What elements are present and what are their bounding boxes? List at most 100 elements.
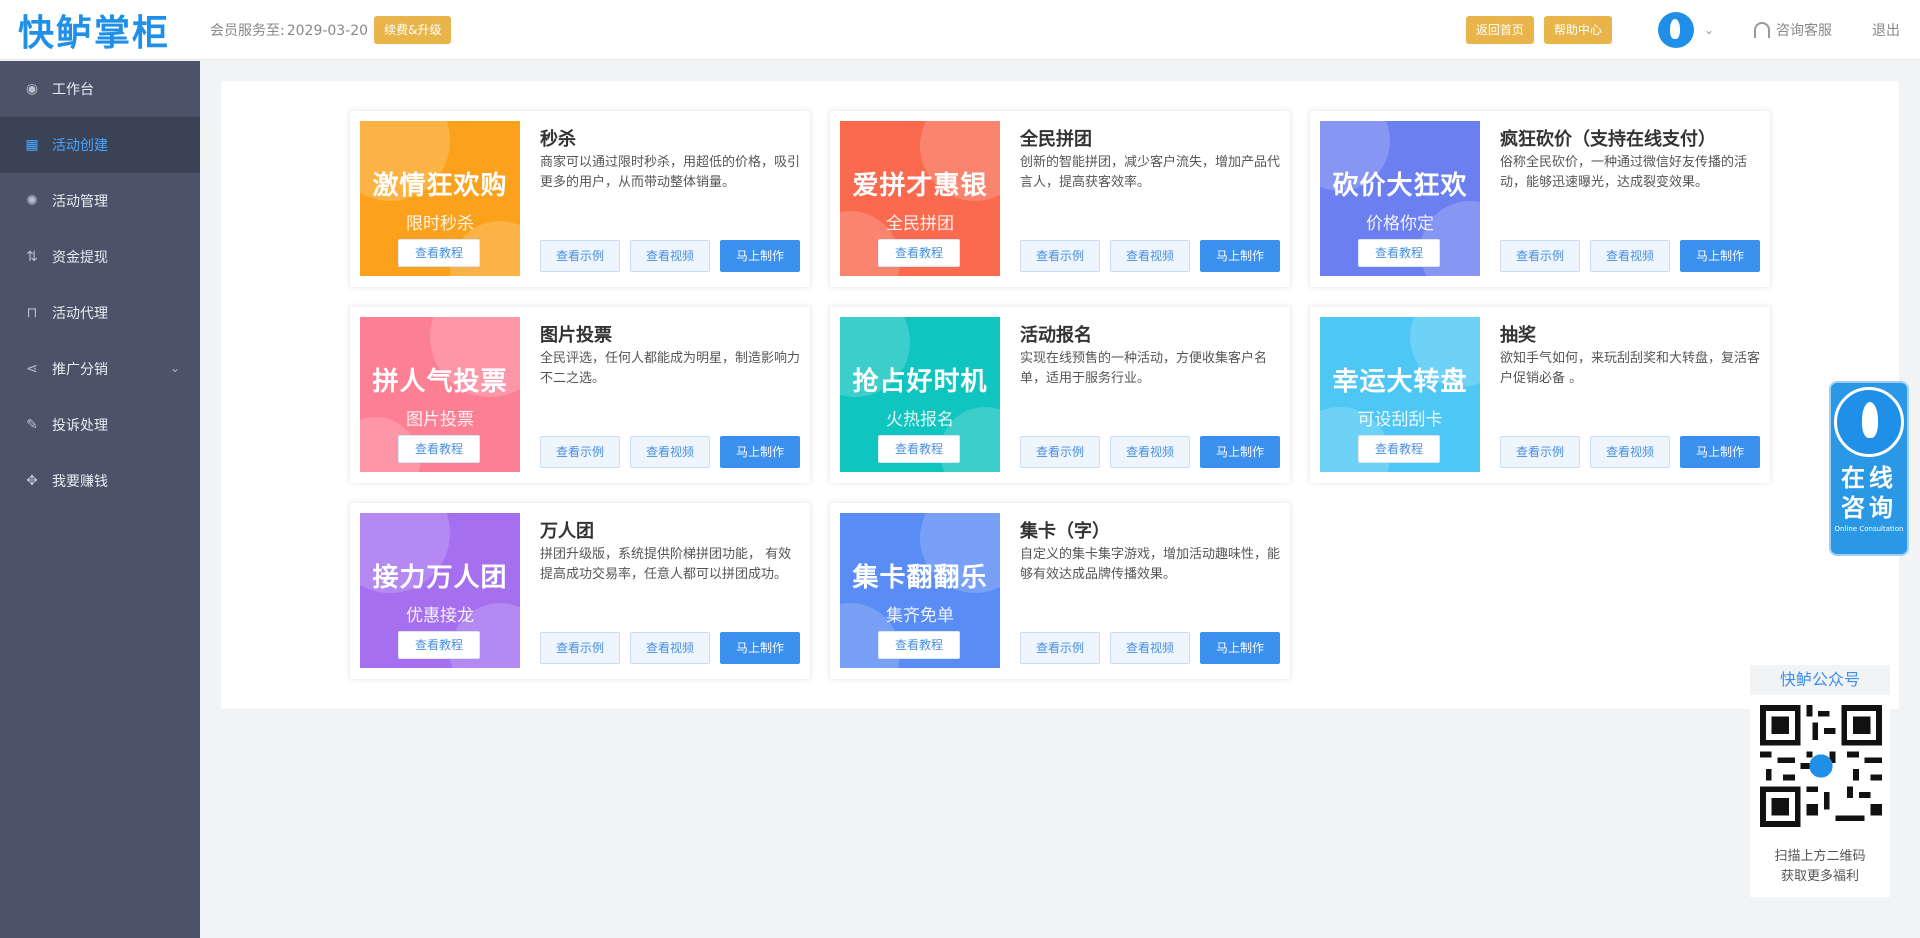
- activity-card-lottery: 幸运大转盘 可设刮刮卡 查看教程 抽奖 欲知手气如何，来玩刮刮奖和大转盘，复活客…: [1310, 307, 1770, 483]
- card-title: 图片投票: [540, 325, 612, 346]
- view-example-button[interactable]: 查看示例: [1020, 436, 1100, 468]
- sidebar-item-activity-manage[interactable]: ✺ 活动管理: [0, 173, 200, 229]
- avatar[interactable]: [1657, 12, 1694, 48]
- activity-card-bargain: 砍价大狂欢 价格你定 查看教程 疯狂砍价（支持在线支付） 俗称全民砍价，一种通过…: [1310, 111, 1770, 287]
- make-now-button[interactable]: 马上制作: [1680, 436, 1760, 468]
- sidebar-item-complaints[interactable]: ✎ 投诉处理: [0, 397, 200, 453]
- banner-title: 幸运大转盘: [1332, 367, 1468, 397]
- sidebar-item-label: 资金提现: [52, 250, 108, 266]
- view-video-button[interactable]: 查看视频: [1110, 632, 1190, 664]
- gear-icon: ✺: [26, 193, 38, 209]
- membership-date: 2029-03-20: [286, 22, 369, 39]
- sidebar-item-workbench[interactable]: ◉ 工作台: [0, 61, 200, 117]
- view-example-button[interactable]: 查看示例: [1020, 632, 1100, 664]
- view-video-button[interactable]: 查看视频: [1590, 436, 1670, 468]
- card-title: 万人团: [540, 521, 594, 542]
- sidebar-item-label: 推广分销: [52, 362, 108, 378]
- activity-card-seckill: 激情狂欢购 限时秒杀 查看教程 秒杀 商家可以通过限时秒杀，用超低的价格，吸引更…: [350, 111, 810, 287]
- back-home-button[interactable]: 返回首页: [1465, 16, 1534, 44]
- make-now-button[interactable]: 马上制作: [720, 436, 800, 468]
- card-banner: 爱拼才惠银 全民拼团 查看教程: [840, 121, 1000, 276]
- banner-title: 拼人气投票: [372, 367, 508, 397]
- renew-upgrade-button[interactable]: 续费&升级: [374, 15, 452, 44]
- view-tutorial-button[interactable]: 查看教程: [398, 435, 480, 463]
- sidebar-item-label: 投诉处理: [52, 418, 108, 434]
- view-tutorial-button[interactable]: 查看教程: [398, 631, 480, 659]
- card-description: 创新的智能拼团，减少客户流失，增加产品代言人，提高获客效率。: [1020, 155, 1281, 190]
- make-now-button[interactable]: 马上制作: [1200, 436, 1280, 468]
- card-actions: 查看示例 查看视频 马上制作: [540, 436, 800, 468]
- sidebar-item-label: 活动创建: [52, 138, 108, 154]
- sidebar-item-activity-create[interactable]: ▦ 活动创建: [0, 117, 200, 173]
- card-description: 欲知手气如何，来玩刮刮奖和大转盘，复活客户促销必备 。: [1500, 351, 1761, 386]
- headset-icon: [1754, 22, 1770, 38]
- qr-title: 快鲈公众号: [1750, 665, 1890, 695]
- view-example-button[interactable]: 查看示例: [1500, 240, 1580, 272]
- chevron-down-icon: ⌄: [169, 361, 180, 375]
- view-video-button[interactable]: 查看视频: [630, 632, 710, 664]
- view-video-button[interactable]: 查看视频: [1110, 436, 1190, 468]
- banner-title: 集卡翻翻乐: [852, 563, 988, 593]
- banner-title: 接力万人团: [372, 563, 508, 593]
- view-example-button[interactable]: 查看示例: [540, 240, 620, 272]
- card-actions: 查看示例 查看视频 马上制作: [1500, 240, 1760, 272]
- card-title: 集卡（字）: [1020, 521, 1110, 542]
- view-tutorial-button[interactable]: 查看教程: [878, 631, 960, 659]
- card-title: 抽奖: [1500, 325, 1536, 346]
- chevron-down-icon[interactable]: ⌄: [1704, 23, 1714, 37]
- move-icon: ✥: [26, 473, 38, 489]
- customer-service-link[interactable]: 咨询客服: [1754, 20, 1832, 40]
- view-example-button[interactable]: 查看示例: [1020, 240, 1100, 272]
- banner-title: 抢占好时机: [852, 367, 988, 397]
- share-icon: ⋖: [26, 361, 38, 377]
- view-tutorial-button[interactable]: 查看教程: [1358, 435, 1440, 463]
- sidebar-item-earn[interactable]: ✥ 我要赚钱: [0, 453, 200, 509]
- card-description: 拼团升级版，系统提供阶梯拼团功能， 有效提高成功交易率，任意人都可以拼团成功。: [540, 547, 792, 582]
- logo[interactable]: 快鲈掌柜: [0, 0, 200, 60]
- sidebar: ◉ 工作台 ▦ 活动创建 ✺ 活动管理 ⇅ 资金提现 ⊓ 活动代理 ⋖ 推广分销…: [0, 61, 200, 938]
- banner-subtitle: 价格你定: [1366, 214, 1434, 234]
- view-video-button[interactable]: 查看视频: [1110, 240, 1190, 272]
- sidebar-item-agent[interactable]: ⊓ 活动代理: [0, 285, 200, 341]
- header-actions: 返回首页 帮助中心 ⌄ 咨询客服 退出: [1465, 0, 1920, 60]
- make-now-button[interactable]: 马上制作: [1200, 240, 1280, 272]
- consult-label: 在线 咨询: [1841, 464, 1897, 522]
- make-now-button[interactable]: 马上制作: [1680, 240, 1760, 272]
- card-description: 商家可以通过限时秒杀，用超低的价格，吸引更多的用户，从而带动整体销量。: [540, 155, 801, 190]
- card-actions: 查看示例 查看视频 马上制作: [1500, 436, 1760, 468]
- sidebar-item-withdraw[interactable]: ⇅ 资金提现: [0, 229, 200, 285]
- view-tutorial-button[interactable]: 查看教程: [398, 239, 480, 267]
- view-tutorial-button[interactable]: 查看教程: [878, 435, 960, 463]
- card-actions: 查看示例 查看视频 马上制作: [1020, 240, 1280, 272]
- view-video-button[interactable]: 查看视频: [1590, 240, 1670, 272]
- grid-icon: ▦: [25, 137, 39, 153]
- sidebar-item-distribution[interactable]: ⋖ 推广分销 ⌄: [0, 341, 200, 397]
- view-example-button[interactable]: 查看示例: [540, 436, 620, 468]
- card-actions: 查看示例 查看视频 马上制作: [1020, 632, 1280, 664]
- make-now-button[interactable]: 马上制作: [720, 240, 800, 272]
- make-now-button[interactable]: 马上制作: [1200, 632, 1280, 664]
- view-video-button[interactable]: 查看视频: [630, 240, 710, 272]
- card-description: 全民评选，任何人都能成为明星，制造影响力不二之选。: [540, 351, 801, 386]
- banner-title: 爱拼才惠银: [852, 171, 988, 201]
- consult-english-label: Online Consultation: [1834, 525, 1904, 533]
- card-description: 俗称全民砍价，一种通过微信好友传播的活动，能够迅速曝光，达成裂变效果。: [1500, 155, 1748, 190]
- card-title: 疯狂砍价（支持在线支付）: [1500, 129, 1716, 150]
- view-tutorial-button[interactable]: 查看教程: [878, 239, 960, 267]
- online-consultation-button[interactable]: 在线 咨询 Online Consultation: [1829, 381, 1909, 556]
- banner-title: 激情狂欢购: [372, 171, 508, 201]
- view-example-button[interactable]: 查看示例: [540, 632, 620, 664]
- logout-link[interactable]: 退出: [1872, 20, 1900, 40]
- banner-title: 砍价大狂欢: [1332, 171, 1468, 201]
- help-center-button[interactable]: 帮助中心: [1543, 16, 1612, 44]
- view-tutorial-button[interactable]: 查看教程: [1358, 239, 1440, 267]
- eye-icon: ◉: [25, 81, 39, 97]
- view-example-button[interactable]: 查看示例: [1500, 436, 1580, 468]
- customer-service-label: 咨询客服: [1776, 23, 1832, 39]
- banner-subtitle: 优惠接龙: [406, 606, 474, 626]
- card-banner: 砍价大狂欢 价格你定 查看教程: [1320, 121, 1480, 276]
- make-now-button[interactable]: 马上制作: [720, 632, 800, 664]
- top-header: 快鲈掌柜 会员服务至: 2029-03-20 续费&升级 返回首页 帮助中心 ⌄ …: [0, 0, 1920, 60]
- view-video-button[interactable]: 查看视频: [630, 436, 710, 468]
- activity-card-collect-cards: 集卡翻翻乐 集齐免单 查看教程 集卡（字） 自定义的集卡集字游戏，增加活动趣味性…: [830, 503, 1290, 679]
